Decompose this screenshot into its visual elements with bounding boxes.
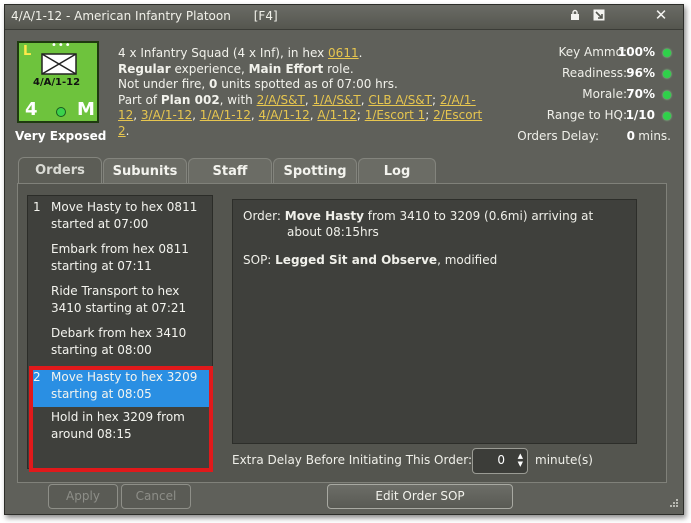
unit-info: 4 x Infantry Squad (4 x Inf), in hex 061… [118, 46, 488, 139]
stat-key-ammo: Key Ammo: 100% [495, 45, 675, 66]
unit-symbol-dots: ••• [51, 40, 72, 51]
unit-symbol-number: 4 [25, 99, 38, 120]
delay-value: 0 [497, 453, 505, 467]
order-detail: Order: Move Hasty from 3410 to 3209 (0.6… [232, 199, 637, 444]
unit-symbol-letter: L [23, 44, 32, 59]
unit-status-dot [56, 107, 66, 117]
info-line-1: 4 x Infantry Squad (4 x Inf), in hex 061… [118, 46, 363, 60]
info-line-4: Part of Plan 002, with 2/A/S&T, 1/A/S&T,… [118, 92, 483, 138]
unit-link[interactable]: 1/Escort 1 [365, 108, 426, 122]
apply-button[interactable]: Apply [48, 484, 118, 509]
list-item[interactable]: Embark from hex 0811 starting at 07:11 [29, 241, 209, 277]
window-title: 4/A/1-12 - American Infantry Platoon [F4… [11, 9, 278, 23]
hex-link[interactable]: 0611 [328, 46, 359, 60]
unit-link[interactable]: 4/A/1-12 [259, 108, 310, 122]
stat-range-to-hq: Range to HQ: 1/10 [495, 108, 675, 129]
delay-stepper[interactable]: 0 ▲ ▼ [472, 448, 528, 474]
tab-orders[interactable]: Orders [18, 157, 102, 186]
unit-stats: Key Ammo: 100% Readiness: 96% Morale: 70… [495, 45, 675, 150]
exposure-status: Very Exposed [15, 129, 107, 143]
unit-window: 4/A/1-12 - American Infantry Platoon [F4… [4, 4, 684, 515]
tab-log[interactable]: Log [358, 158, 436, 185]
info-line-2: Regular experience, Main Effort role. [118, 61, 354, 76]
sop-description: SOP: Legged Sit and Observe, modified [243, 253, 498, 267]
list-item[interactable]: Debark from hex 3410 starting at 08:00 [29, 325, 209, 361]
info-line-3: Not under fire, 0 units spotted as of 07… [118, 77, 398, 91]
unit-symbol-size: M [77, 99, 95, 120]
edit-order-sop-button[interactable]: Edit Order SOP [327, 484, 513, 509]
title-bar[interactable]: 4/A/1-12 - American Infantry Platoon [F4… [5, 5, 683, 30]
delay-label: Extra Delay Before Initiating This Order… [232, 453, 472, 467]
status-dot-icon [663, 91, 671, 99]
status-dot-icon [663, 112, 671, 120]
status-dot-icon [663, 70, 671, 78]
resize-grip-icon[interactable] [667, 498, 679, 510]
unit-link[interactable]: 1/A/S&T [312, 93, 360, 107]
stat-readiness: Readiness: 96% [495, 66, 675, 87]
unit-link[interactable]: CLB A/S&T [368, 93, 432, 107]
stat-orders-delay: Orders Delay: 0 mins. [517, 129, 671, 143]
stat-morale: Morale: 70% [495, 87, 675, 108]
unit-link[interactable]: 2/A/S&T [257, 93, 305, 107]
stepper-arrows-icon[interactable]: ▲ ▼ [518, 452, 523, 468]
unit-link[interactable]: A/1-12 [317, 108, 357, 122]
lock-icon[interactable] [567, 9, 583, 25]
infantry-icon [41, 53, 77, 75]
unit-link[interactable]: 1/A/1-12 [200, 108, 251, 122]
list-item[interactable]: Ride Transport to hex 3410 starting at 0… [29, 283, 209, 319]
tab-staff[interactable]: Staff [188, 158, 272, 185]
unit-symbol: L ••• 4/A/1-12 4 M [17, 40, 99, 123]
close-icon[interactable]: ✕ [653, 7, 669, 23]
tab-spotting[interactable]: Spotting [273, 158, 357, 185]
order-description: Order: Move Hasty from 3410 to 3209 (0.6… [243, 209, 594, 239]
delay-unit: minute(s) [535, 453, 593, 467]
unit-link[interactable]: 3/A/1-12 [141, 108, 192, 122]
cancel-button[interactable]: Cancel [121, 484, 191, 509]
status-dot-icon [663, 49, 671, 57]
tab-subunits[interactable]: Subunits [103, 158, 187, 185]
list-item[interactable]: 1 Move Hasty to hex 0811 started at 07:0… [29, 199, 209, 235]
resize-icon[interactable] [591, 9, 607, 25]
highlight-box [29, 366, 213, 472]
unit-symbol-id: 4/A/1-12 [33, 77, 81, 88]
